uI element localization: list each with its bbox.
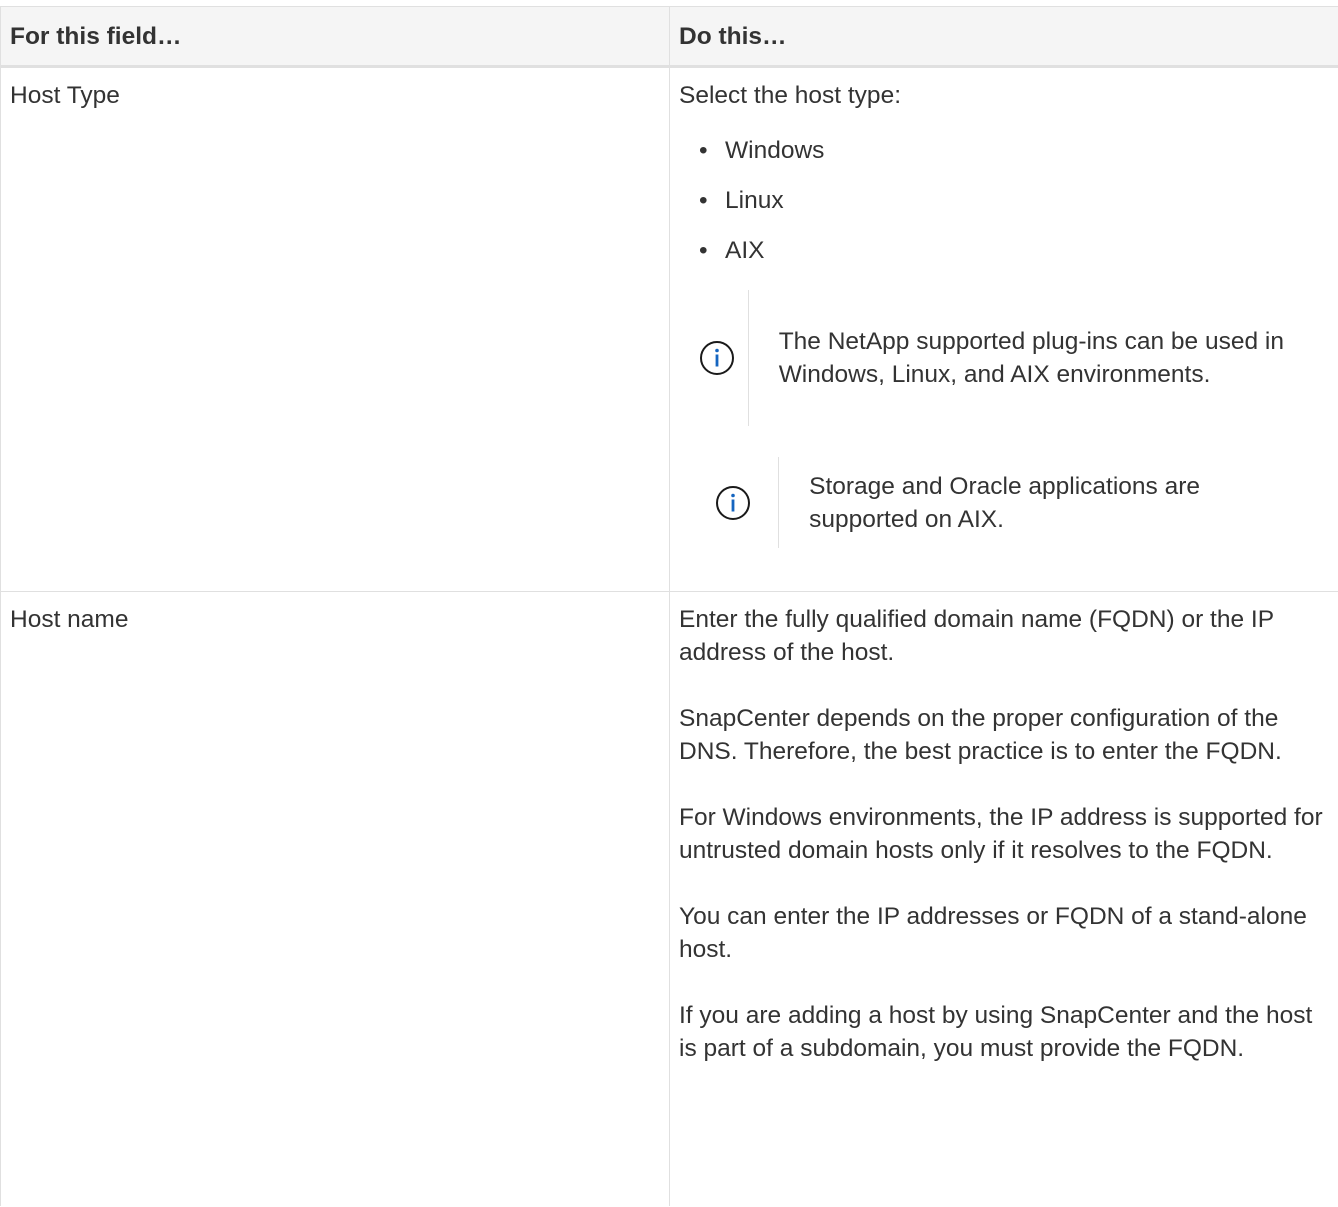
host-type-list: Windows Linux AIX — [679, 134, 1329, 267]
note-text-column: The NetApp supported plug-ins can be use… — [749, 290, 1329, 426]
field-cell-host-name: Host name — [0, 591, 670, 1206]
field-description-table-container: For this field… Do this… Host Type Selec… — [0, 6, 1338, 1207]
note-text: Storage and Oracle applications are supp… — [809, 472, 1201, 533]
paragraph: If you are adding a host by using SnapCe… — [679, 1002, 1313, 1062]
paragraph: You can enter the IP addresses or FQDN o… — [679, 903, 1307, 963]
info-icon — [715, 485, 751, 521]
table-row: Host name Enter the fully qualified doma… — [0, 591, 1338, 1206]
list-item: AIX — [697, 234, 1329, 267]
field-label: Host Type — [10, 82, 120, 109]
info-icon — [699, 340, 735, 376]
list-item: Linux — [697, 184, 1329, 217]
host-type-intro: Select the host type: — [679, 82, 901, 109]
note-text-column: Storage and Oracle applications are supp… — [779, 457, 1329, 548]
note-block: Storage and Oracle applications are supp… — [687, 457, 1329, 548]
paragraph: SnapCenter depends on the proper configu… — [679, 705, 1282, 765]
note-text: The NetApp supported plug-ins can be use… — [778, 328, 1284, 388]
table-row: Host Type Select the host type: Windows … — [0, 66, 1338, 592]
field-label: Host name — [10, 606, 129, 633]
field-description-table: For this field… Do this… Host Type Selec… — [0, 6, 1338, 1206]
note-icon-column — [687, 290, 749, 426]
note-block: The NetApp supported plug-ins can be use… — [687, 290, 1329, 426]
paragraph: Enter the fully qualified domain name (F… — [679, 606, 1274, 666]
action-cell-host-name: Enter the fully qualified domain name (F… — [669, 591, 1338, 1206]
header-field-column: For this field… — [0, 6, 670, 68]
note-icon-column — [687, 457, 780, 548]
table-header-row: For this field… Do this… — [0, 6, 1338, 68]
header-action-column: Do this… — [669, 6, 1338, 68]
paragraph: For Windows environments, the IP address… — [679, 804, 1323, 864]
action-cell-host-type: Select the host type: Windows Linux AIX — [669, 66, 1338, 592]
list-item: Windows — [697, 134, 1329, 167]
field-cell-host-type: Host Type — [0, 66, 670, 592]
